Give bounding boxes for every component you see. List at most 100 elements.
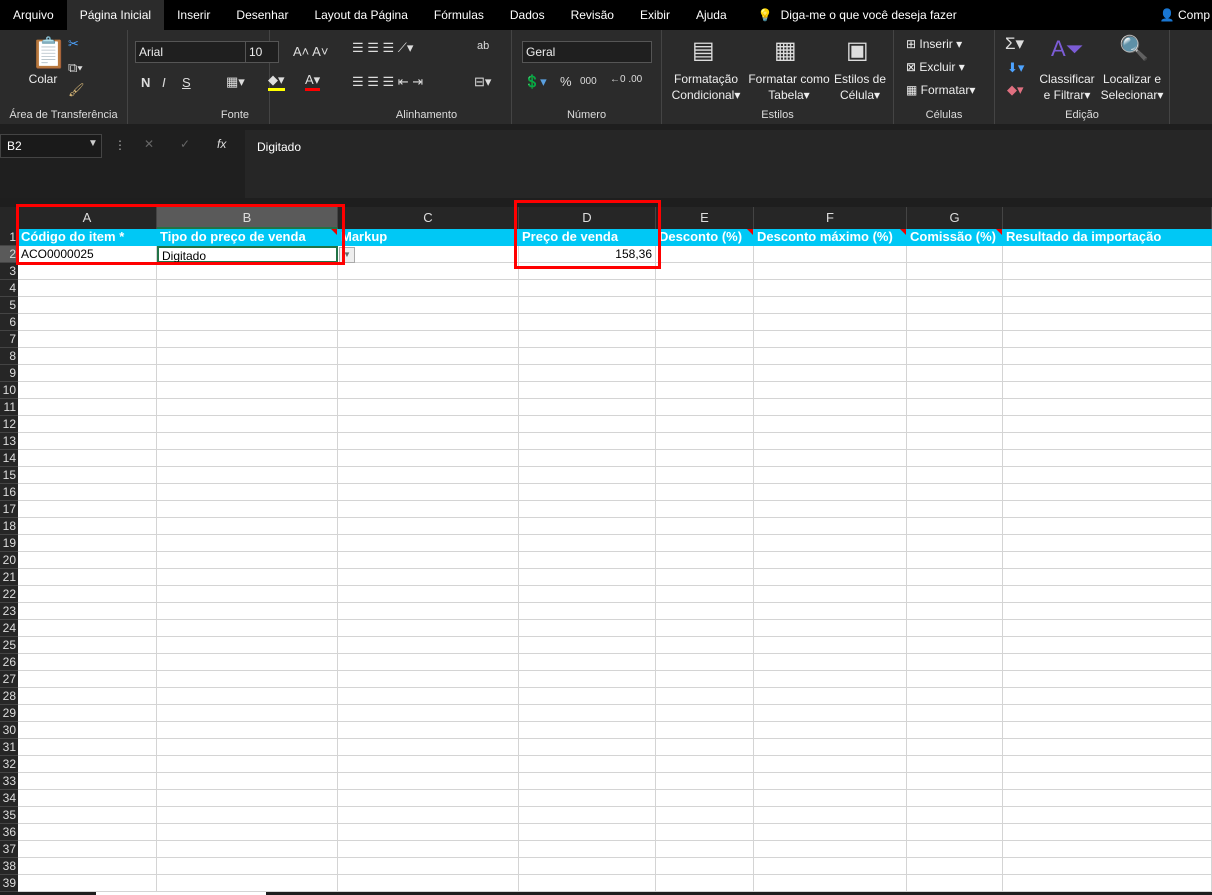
cell[interactable] [157,501,338,518]
row-header[interactable]: 5 [0,297,18,314]
cell[interactable] [519,518,656,535]
cell[interactable] [1003,586,1212,603]
cell[interactable] [754,518,907,535]
row-header[interactable]: 12 [0,416,18,433]
cell[interactable] [519,552,656,569]
cell[interactable] [1003,773,1212,790]
cell[interactable] [18,484,157,501]
cell[interactable] [18,467,157,484]
cell[interactable] [338,620,519,637]
cell[interactable] [907,280,1003,297]
cell[interactable] [519,620,656,637]
cell[interactable] [519,705,656,722]
cell[interactable] [656,518,754,535]
cell[interactable] [656,858,754,875]
cell[interactable] [754,280,907,297]
percent-button[interactable]: % [560,74,572,89]
cell[interactable] [157,807,338,824]
cell[interactable] [519,603,656,620]
cell[interactable] [519,824,656,841]
cell[interactable] [907,824,1003,841]
dropdown-arrow-icon[interactable]: ▼ [339,247,355,263]
row-header[interactable]: 39 [0,875,18,892]
cell[interactable] [519,841,656,858]
cell[interactable] [907,739,1003,756]
row-header[interactable]: 36 [0,824,18,841]
cell[interactable] [18,841,157,858]
italic-button[interactable]: I [162,75,166,90]
cell[interactable] [157,603,338,620]
cell[interactable] [754,688,907,705]
cell[interactable] [519,637,656,654]
cell[interactable] [1003,824,1212,841]
cell[interactable] [754,416,907,433]
cell[interactable] [157,705,338,722]
cell[interactable] [1003,756,1212,773]
font-name-select[interactable]: Arial [135,41,247,63]
cell[interactable]: 158,36 [519,246,656,263]
cell[interactable] [1003,790,1212,807]
cell[interactable] [338,535,519,552]
cell[interactable] [338,739,519,756]
cell[interactable] [656,790,754,807]
cell[interactable] [18,314,157,331]
cell[interactable] [1003,841,1212,858]
cell[interactable] [18,875,157,892]
header-cell[interactable]: Resultado da importação [1003,229,1212,246]
row-header[interactable]: 19 [0,535,18,552]
cell[interactable] [907,484,1003,501]
cell[interactable] [1003,382,1212,399]
decimal-icon[interactable]: ←0 .00 [610,74,642,85]
cell[interactable] [338,467,519,484]
cell[interactable] [656,399,754,416]
cell[interactable] [338,399,519,416]
cell[interactable] [1003,263,1212,280]
cell[interactable] [18,518,157,535]
cell[interactable] [656,841,754,858]
format-painter-icon[interactable]: 🖌 [68,82,85,98]
cell[interactable] [519,297,656,314]
row-header[interactable]: 20 [0,552,18,569]
cell[interactable] [907,586,1003,603]
function-icon[interactable]: fx [217,137,226,151]
cell[interactable] [18,365,157,382]
row-header[interactable]: 3 [0,263,18,280]
cell[interactable] [18,654,157,671]
cell[interactable] [907,501,1003,518]
cell[interactable] [754,586,907,603]
cell[interactable] [907,365,1003,382]
cell[interactable] [656,756,754,773]
cell[interactable] [157,671,338,688]
cell[interactable] [754,314,907,331]
cell[interactable] [754,756,907,773]
cell[interactable] [157,331,338,348]
cell[interactable] [519,790,656,807]
cell[interactable] [18,297,157,314]
tell-me-search[interactable]: 💡 Diga-me o que você deseja fazer [758,8,957,22]
cell[interactable] [754,824,907,841]
cell[interactable] [754,858,907,875]
cell[interactable] [338,518,519,535]
cell[interactable] [157,790,338,807]
cell[interactable] [157,365,338,382]
cell[interactable] [338,875,519,892]
cell[interactable] [1003,535,1212,552]
cell[interactable] [754,654,907,671]
formula-input[interactable]: Digitado [245,130,1212,198]
cell[interactable]: ACO0000025 [18,246,157,263]
cancel-icon[interactable]: ✕ [144,137,154,151]
cell[interactable] [18,382,157,399]
cell[interactable] [907,433,1003,450]
row-header[interactable]: 22 [0,586,18,603]
row-header[interactable]: 33 [0,773,18,790]
row-header[interactable]: 21 [0,569,18,586]
row-header[interactable]: 10 [0,382,18,399]
tab-8[interactable]: Exibir [627,0,683,30]
cell[interactable] [907,773,1003,790]
row-header[interactable]: 26 [0,654,18,671]
cell[interactable] [1003,637,1212,654]
cell[interactable] [754,569,907,586]
cell[interactable] [18,331,157,348]
cell[interactable] [656,722,754,739]
cell[interactable] [1003,467,1212,484]
